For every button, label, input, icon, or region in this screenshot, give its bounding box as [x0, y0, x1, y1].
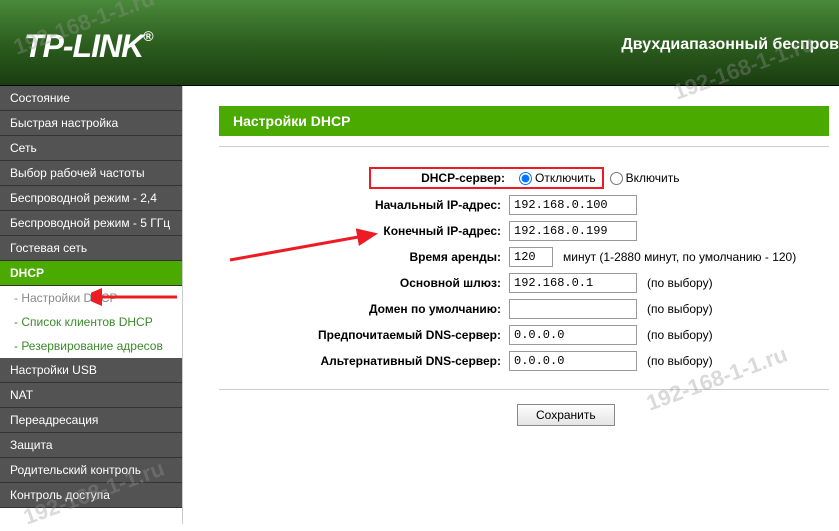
sidebar-item-parental[interactable]: Родительский контроль	[0, 458, 182, 483]
sidebar-item-security[interactable]: Защита	[0, 433, 182, 458]
separator	[219, 389, 829, 390]
brand-logo: TP-LINK®	[24, 28, 153, 65]
input-dns1[interactable]	[509, 325, 637, 345]
sidebar-item-nat[interactable]: NAT	[0, 383, 182, 408]
note-dns1: (по выбору)	[647, 328, 713, 342]
input-start-ip[interactable]	[509, 195, 637, 215]
radio-enable[interactable]	[610, 172, 623, 185]
header-title: Двухдиапазонный беспров	[621, 36, 839, 54]
reg-mark: ®	[143, 28, 152, 44]
sidebar-sub-dhcp-clients[interactable]: - Список клиентов DHCP	[0, 310, 182, 334]
label-start-ip: Начальный IP-адрес:	[219, 198, 509, 212]
label-lease: Время аренды:	[219, 250, 509, 264]
note-domain: (по выбору)	[647, 302, 713, 316]
sidebar-item-status[interactable]: Состояние	[0, 86, 182, 111]
label-dns1: Предпочитаемый DNS-сервер:	[219, 328, 509, 342]
sidebar-item-wireless24[interactable]: Беспроводной режим - 2,4	[0, 186, 182, 211]
label-dns2: Альтернативный DNS-сервер:	[219, 354, 509, 368]
note-dns2: (по выбору)	[647, 354, 713, 368]
header: TP-LINK® Двухдиапазонный беспров	[0, 0, 839, 86]
radio-disable[interactable]	[519, 172, 532, 185]
radio-enable-label: Включить	[626, 171, 680, 185]
sidebar-item-access[interactable]: Контроль доступа	[0, 483, 182, 508]
sidebar: Состояние Быстрая настройка Сеть Выбор р…	[0, 86, 183, 524]
label-dhcp-server: DHCP-сервер:	[373, 171, 513, 185]
input-domain[interactable]	[509, 299, 637, 319]
sidebar-item-quicksetup[interactable]: Быстрая настройка	[0, 111, 182, 136]
separator	[219, 146, 829, 147]
input-lease[interactable]	[509, 247, 553, 267]
input-gateway[interactable]	[509, 273, 637, 293]
sidebar-item-guest[interactable]: Гостевая сеть	[0, 236, 182, 261]
sidebar-item-freq[interactable]: Выбор рабочей частоты	[0, 161, 182, 186]
row-dhcp-server: DHCP-сервер: Отключить Включить	[219, 167, 829, 189]
note-lease: минут (1-2880 минут, по умолчанию - 120)	[563, 250, 796, 264]
sidebar-sub-dhcp-settings[interactable]: - Настройки DHCP	[0, 286, 182, 310]
sidebar-item-usb[interactable]: Настройки USB	[0, 358, 182, 383]
label-end-ip: Конечный IP-адрес:	[219, 224, 509, 238]
input-dns2[interactable]	[509, 351, 637, 371]
input-end-ip[interactable]	[509, 221, 637, 241]
radio-disable-label: Отключить	[535, 171, 596, 185]
page-title: Настройки DHCP	[219, 106, 829, 136]
sidebar-item-wireless5[interactable]: Беспроводной режим - 5 ГГц	[0, 211, 182, 236]
sidebar-item-forwarding[interactable]: Переадресация	[0, 408, 182, 433]
sidebar-item-network[interactable]: Сеть	[0, 136, 182, 161]
label-domain: Домен по умолчанию:	[219, 302, 509, 316]
main-content: Настройки DHCP DHCP-сервер: Отключить Вк…	[183, 86, 839, 524]
brand-text: TP-LINK	[24, 28, 143, 64]
note-gateway: (по выбору)	[647, 276, 713, 290]
save-button[interactable]: Сохранить	[517, 404, 615, 426]
sidebar-item-dhcp[interactable]: DHCP	[0, 261, 182, 286]
label-gateway: Основной шлюз:	[219, 276, 509, 290]
sidebar-sub-dhcp-reserve[interactable]: - Резервирование адресов	[0, 334, 182, 358]
